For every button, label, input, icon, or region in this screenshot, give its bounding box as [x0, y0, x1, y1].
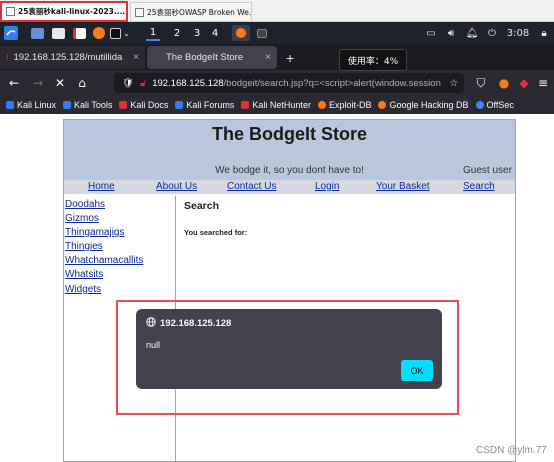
- url-host: 192.168.125.128: [152, 77, 224, 89]
- forward-button[interactable]: →: [29, 74, 47, 92]
- category-doodahs[interactable]: Doodahs: [65, 199, 105, 210]
- terminal-window-icon[interactable]: [255, 25, 269, 41]
- store-tagline: We bodge it, so you dont have to!: [215, 165, 364, 176]
- notification-bell-icon[interactable]: 🔔︎: [466, 25, 479, 41]
- bookmark-kali-forums[interactable]: Kali Forums: [175, 100, 234, 110]
- workspace-3[interactable]: 3: [190, 25, 204, 41]
- lock-icon[interactable]: 🔒︎: [538, 25, 550, 41]
- category-thingies[interactable]: Thingies: [65, 241, 103, 252]
- bookmarks-toolbar: Kali Linux Kali Tools Kali Docs Kali For…: [0, 96, 554, 114]
- category-thingamajigs[interactable]: Thingamajigs: [65, 227, 124, 238]
- store-title: The BodgeIt Store: [211, 124, 367, 144]
- kali-menu-icon[interactable]: [3, 25, 19, 41]
- addon-icon[interactable]: ◆: [515, 74, 533, 92]
- vm-tab-kali[interactable]: 25袁丽秒kali-linux-2023.... ×: [0, 1, 128, 22]
- ghdb-icon: [378, 101, 387, 109]
- browser-tab-mutillidae[interactable]: ! 192.168.125.128/mutillida ×: [0, 46, 145, 69]
- kali-icon: [63, 101, 72, 109]
- tab-label: 192.168.125.128/mutillida: [13, 52, 123, 63]
- alert-origin-host: 192.168.125.128: [160, 318, 232, 329]
- close-icon[interactable]: ×: [265, 52, 271, 63]
- searched-for-label: You searched for:: [184, 228, 248, 237]
- pocket-icon[interactable]: ⛉: [472, 74, 490, 92]
- power-icon[interactable]: ⏻: [486, 25, 498, 41]
- category-widgets[interactable]: Widgets: [65, 284, 101, 295]
- menu-your-basket[interactable]: Your Basket: [376, 181, 430, 192]
- menu-login[interactable]: Login: [315, 181, 339, 192]
- home-button[interactable]: ⌂: [73, 74, 91, 92]
- new-tab-button[interactable]: +: [280, 46, 300, 69]
- alert-origin: 192.168.125.128: [146, 317, 231, 330]
- stop-button[interactable]: ✕: [51, 74, 69, 92]
- vm-icon: [135, 7, 144, 17]
- exploit-db-icon: [317, 101, 326, 109]
- file-manager-icon[interactable]: [51, 25, 65, 41]
- category-whatchamacallits[interactable]: Whatchamacallits: [65, 255, 143, 266]
- bookmark-google-hacking-db[interactable]: Google Hacking DB: [378, 100, 469, 110]
- bookmark-exploit-db[interactable]: Exploit-DB: [317, 100, 371, 110]
- search-heading: Search: [184, 200, 220, 212]
- kali-icon: [6, 101, 14, 109]
- bookmark-star-icon[interactable]: ☆: [449, 78, 458, 89]
- firefox-launcher-icon[interactable]: [92, 25, 106, 41]
- vm-tab-label: 25袁丽秒OWASP Broken We...: [147, 7, 252, 17]
- workspace-4[interactable]: 4: [208, 25, 222, 41]
- vm-tab-strip: 25袁丽秒kali-linux-2023.... × 25袁丽秒OWASP Br…: [0, 0, 554, 22]
- user-status: Guest user: [463, 165, 512, 176]
- vm-icon: [6, 7, 15, 16]
- watermark: CSDN @ylm.77: [476, 445, 547, 456]
- nethunter-icon: [241, 101, 250, 109]
- extension-icon[interactable]: ●: [495, 74, 513, 92]
- url-bar[interactable]: 🛡︎ 🔓︎ 192.168.125.128/bodgeit/search.jsp…: [114, 73, 464, 93]
- firefox-window-icon[interactable]: [232, 25, 250, 41]
- url-path: /bodgeit/search.jsp?q=<script>alert(wind…: [223, 77, 441, 89]
- docs-icon: [119, 101, 128, 109]
- alert-message: null: [146, 340, 161, 350]
- terminal-launcher-icon[interactable]: [30, 25, 44, 41]
- bookmark-kali-linux[interactable]: Kali Linux: [6, 100, 56, 110]
- shield-icon[interactable]: 🛡︎: [122, 78, 134, 89]
- bookmark-kali-docs[interactable]: Kali Docs: [119, 100, 168, 110]
- workspace-1[interactable]: 1: [146, 25, 160, 41]
- close-icon[interactable]: ×: [133, 52, 139, 63]
- browser-tab-bodgeit[interactable]: The BodgeIt Store ×: [147, 46, 277, 69]
- terminal-icon[interactable]: ⌄: [110, 25, 130, 41]
- alert-ok-button[interactable]: OK: [401, 360, 433, 381]
- bookmark-offsec[interactable]: OffSec: [475, 100, 514, 110]
- menu-icon[interactable]: ≡: [534, 74, 552, 92]
- screen-icon[interactable]: ▭: [425, 25, 437, 41]
- workspace-2[interactable]: 2: [170, 25, 184, 41]
- vm-tab-label: 25袁丽秒kali-linux-2023....: [18, 7, 126, 16]
- insecure-lock-icon[interactable]: 🔓︎: [140, 78, 146, 89]
- warning-icon: !: [6, 52, 9, 63]
- menu-search[interactable]: Search: [463, 181, 495, 192]
- category-whatsits[interactable]: Whatsits: [65, 269, 103, 280]
- browser-tab-strip: ! 192.168.125.128/mutillida × The BodgeI…: [0, 44, 554, 70]
- bookmark-kali-nethunter[interactable]: Kali NetHunter: [241, 100, 311, 110]
- volume-icon[interactable]: 🔊︎: [445, 25, 457, 41]
- vm-tab-owasp[interactable]: 25袁丽秒OWASP Broken We... ×: [130, 2, 252, 22]
- clock: 3:08: [506, 27, 530, 39]
- bookmark-kali-tools[interactable]: Kali Tools: [63, 100, 112, 110]
- forums-icon: [175, 101, 184, 109]
- menu-contact-us[interactable]: Contact Us: [227, 181, 276, 192]
- page-icon: [153, 54, 161, 62]
- category-gizmos[interactable]: Gizmos: [65, 213, 99, 224]
- menu-home[interactable]: Home: [88, 181, 115, 192]
- globe-icon: [146, 317, 156, 330]
- store-menu: Home About Us Contact Us Login Your Bask…: [64, 180, 515, 194]
- text-editor-icon[interactable]: [72, 25, 86, 41]
- kali-panel: ⌄ 1 2 3 4 ▭ 🔊︎ 🔔︎ ⏻ 3:08 🔒︎: [0, 22, 554, 44]
- back-button[interactable]: ←: [5, 74, 23, 92]
- usage-tooltip: 使用率：4%: [339, 49, 407, 71]
- tab-label: The BodgeIt Store: [166, 52, 244, 63]
- offsec-icon: [475, 101, 484, 109]
- menu-about-us[interactable]: About Us: [156, 181, 197, 192]
